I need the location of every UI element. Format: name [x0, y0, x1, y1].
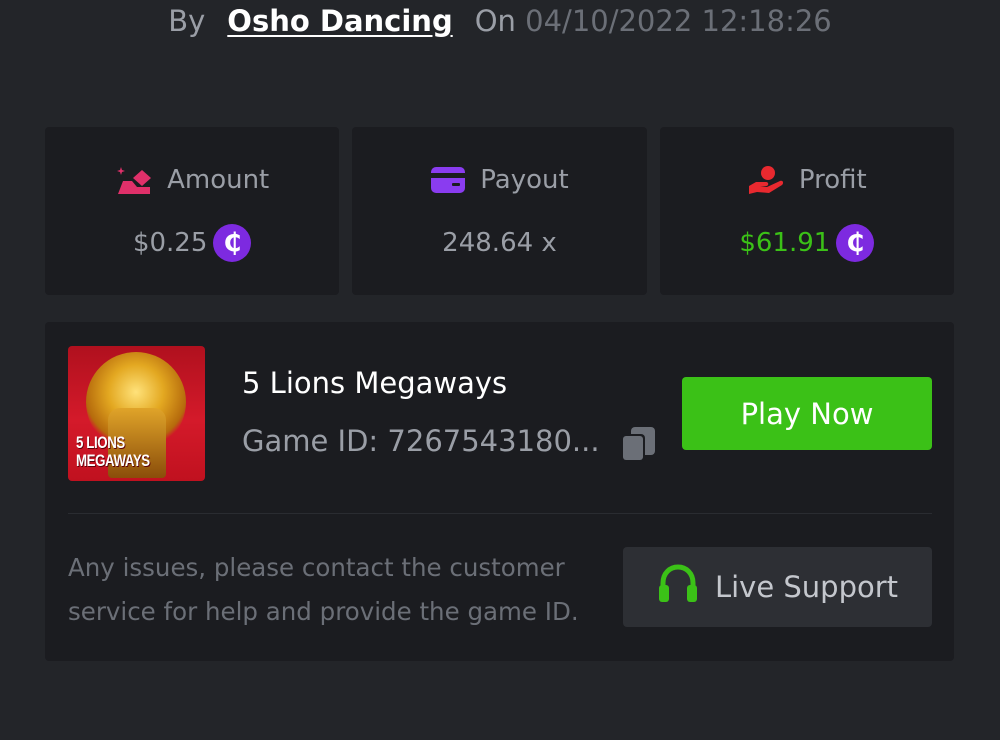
bet-byline: By Osho Dancing On 04/10/2022 12:18:26	[0, 4, 1000, 38]
on-label: On	[474, 4, 516, 38]
card-icon	[430, 166, 466, 194]
coin-icon: ₵	[836, 224, 875, 262]
bet-datetime: 04/10/2022 12:18:26	[525, 4, 832, 38]
headset-icon	[657, 563, 699, 611]
payout-card: Payout 248.64 x	[352, 127, 647, 295]
live-support-label: Live Support	[714, 570, 899, 604]
by-label: By	[168, 4, 206, 38]
payout-label: Payout	[480, 165, 569, 195]
game-id: Game ID: 7267543180...	[242, 424, 600, 458]
profit-value: $61.91	[739, 228, 831, 258]
play-now-button[interactable]: Play Now	[682, 377, 932, 450]
amount-label: Amount	[167, 165, 270, 195]
profit-card: Profit $61.91 ₵	[659, 127, 954, 295]
hand-profit-icon	[747, 164, 785, 196]
payout-value: 248.64 x	[442, 228, 557, 258]
bet-stats: Amount $0.25 ₵ Payout 248.64 x Profit $6…	[45, 127, 954, 295]
game-thumbnail[interactable]: 5 LIONS MEGAWAYS	[68, 346, 205, 481]
coin-icon: ₵	[213, 224, 252, 262]
copy-icon[interactable]	[619, 425, 657, 463]
bet-amount-icon	[115, 164, 153, 196]
profit-label: Profit	[798, 165, 867, 195]
game-title: 5 Lions Megaways	[242, 366, 508, 400]
thumbnail-title: 5 LIONS MEGAWAYS	[76, 433, 150, 470]
live-support-button[interactable]: Live Support	[623, 547, 932, 627]
amount-card: Amount $0.25 ₵	[45, 127, 340, 295]
game-panel: 5 LIONS MEGAWAYS 5 Lions Megaways Game I…	[45, 322, 954, 661]
username-link[interactable]: Osho Dancing	[227, 4, 452, 38]
amount-value: $0.25	[132, 228, 208, 258]
support-note: Any issues, please contact the customer …	[68, 553, 579, 626]
divider	[68, 513, 932, 514]
